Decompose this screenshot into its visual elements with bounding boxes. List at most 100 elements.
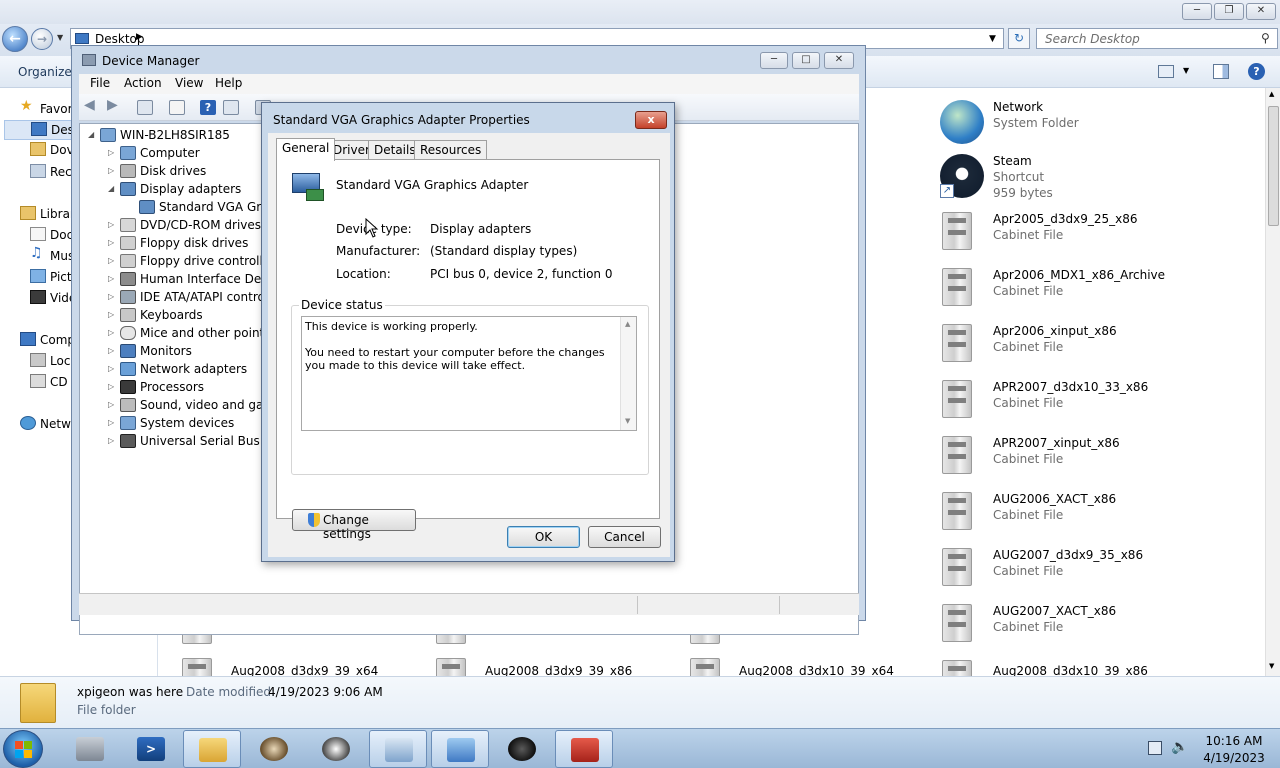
menu-help[interactable]: Help bbox=[215, 76, 242, 90]
taskbar-raccoon-app[interactable] bbox=[245, 730, 303, 768]
console-icon[interactable] bbox=[223, 100, 239, 115]
expand-icon[interactable]: ▷ bbox=[108, 148, 114, 157]
restore-button[interactable]: ❐ bbox=[1214, 3, 1244, 20]
app-icon bbox=[322, 737, 350, 761]
expand-icon[interactable]: ▷ bbox=[108, 220, 114, 229]
file-item[interactable]: Apr2005_d3dx9_25_x86 Cabinet File bbox=[940, 208, 1260, 262]
tab-resources[interactable]: Resources bbox=[414, 140, 488, 160]
close-button[interactable]: ✕ bbox=[824, 52, 854, 69]
view-options-icon[interactable] bbox=[1158, 65, 1174, 78]
collapse-icon[interactable]: ◢ bbox=[108, 184, 114, 193]
collapse-icon[interactable]: ◢ bbox=[88, 130, 94, 139]
file-item[interactable]: AUG2006_XACT_x86 Cabinet File bbox=[940, 488, 1260, 542]
close-button[interactable]: ✕ bbox=[1246, 3, 1276, 20]
clock-date[interactable]: 4/19/2023 bbox=[1194, 751, 1274, 765]
taskbar-server-manager[interactable] bbox=[61, 730, 119, 768]
taskbar-device-manager-host[interactable] bbox=[369, 730, 427, 768]
scroll-thumb[interactable] bbox=[1268, 106, 1279, 226]
expand-icon[interactable]: ▷ bbox=[108, 382, 114, 391]
ok-button[interactable]: OK bbox=[507, 526, 580, 548]
cabinet-icon bbox=[688, 658, 722, 676]
network-tray-icon[interactable] bbox=[1148, 741, 1162, 755]
expand-icon[interactable]: ▷ bbox=[108, 274, 114, 283]
device-status-textbox[interactable]: This device is working properly. You nee… bbox=[301, 316, 637, 431]
taskbar-control-panel[interactable] bbox=[431, 730, 489, 768]
show-hide-tree-icon[interactable] bbox=[137, 100, 153, 115]
maximize-button[interactable]: □ bbox=[792, 52, 820, 69]
expand-icon[interactable]: ▷ bbox=[108, 364, 114, 373]
tree-label: Display adapters bbox=[140, 182, 242, 196]
taskbar-toolbox[interactable] bbox=[555, 730, 613, 768]
taskbar-app-circle[interactable] bbox=[307, 730, 365, 768]
expand-icon[interactable]: ▷ bbox=[108, 310, 114, 319]
cabinet-icon bbox=[940, 436, 974, 478]
file-type: Cabinet File bbox=[993, 508, 1064, 522]
search-input[interactable]: Search Desktop ⚲ bbox=[1036, 28, 1278, 49]
scroll-down-icon[interactable]: ▼ bbox=[1269, 662, 1274, 670]
expand-icon[interactable]: ▷ bbox=[108, 436, 114, 445]
computer-icon bbox=[20, 332, 36, 346]
taskbar-explorer[interactable] bbox=[183, 730, 241, 768]
tab-general[interactable]: General bbox=[276, 138, 336, 161]
minimize-button[interactable]: ─ bbox=[1182, 3, 1212, 20]
expand-icon[interactable]: ▷ bbox=[108, 238, 114, 247]
file-item[interactable]: Apr2006_MDX1_x86_Archive Cabinet File bbox=[940, 264, 1260, 318]
forward-icon[interactable]: ▶ bbox=[107, 97, 123, 113]
file-type: System Folder bbox=[993, 116, 1079, 130]
file-item[interactable]: Network System Folder bbox=[940, 96, 1260, 150]
organize-button[interactable]: Organize bbox=[18, 65, 72, 79]
breadcrumb-chevron-icon[interactable]: ▶ bbox=[136, 32, 143, 42]
volume-icon[interactable]: 🔈 bbox=[1171, 739, 1188, 755]
cd-drive-icon bbox=[30, 374, 46, 388]
scroll-up-icon[interactable]: ▲ bbox=[1269, 90, 1274, 98]
help-icon[interactable]: ? bbox=[1248, 63, 1265, 80]
recent-pages-icon[interactable]: ▼ bbox=[57, 33, 63, 42]
pictures-icon bbox=[30, 269, 46, 283]
expand-icon[interactable]: ▷ bbox=[108, 346, 114, 355]
scroll-down-icon[interactable]: ▼ bbox=[625, 417, 630, 425]
address-dropdown-icon[interactable]: ▼ bbox=[989, 34, 996, 44]
file-item[interactable]: AUG2007_d3dx9_35_x86 Cabinet File bbox=[940, 544, 1260, 598]
expand-icon[interactable]: ▷ bbox=[108, 418, 114, 427]
cancel-button[interactable]: Cancel bbox=[588, 526, 661, 548]
preview-pane-icon[interactable] bbox=[1213, 64, 1229, 79]
expand-icon[interactable]: ▷ bbox=[108, 328, 114, 337]
nav-label: Netw bbox=[40, 417, 71, 431]
properties-icon[interactable] bbox=[169, 100, 185, 115]
refresh-icon[interactable]: ↻ bbox=[1008, 28, 1030, 49]
forward-icon[interactable]: → bbox=[31, 28, 53, 50]
file-item[interactable]: Apr2006_xinput_x86 Cabinet File bbox=[940, 320, 1260, 374]
file-item[interactable]: APR2007_xinput_x86 Cabinet File bbox=[940, 432, 1260, 486]
expand-icon[interactable]: ▷ bbox=[108, 292, 114, 301]
start-button[interactable] bbox=[3, 730, 43, 768]
powershell-icon: > bbox=[137, 737, 165, 761]
expand-icon[interactable]: ▷ bbox=[108, 256, 114, 265]
taskbar-obs[interactable] bbox=[493, 730, 551, 768]
change-settings-button[interactable]: Change settings bbox=[292, 509, 416, 541]
close-button[interactable]: x bbox=[635, 111, 667, 129]
expand-icon[interactable]: ▷ bbox=[108, 166, 114, 175]
menu-view[interactable]: View bbox=[175, 76, 203, 90]
file-item[interactable]: APR2007_d3dx10_33_x86 Cabinet File bbox=[940, 376, 1260, 430]
scroll-up-icon[interactable]: ▲ bbox=[625, 320, 630, 328]
file-name: APR2007_d3dx10_33_x86 bbox=[993, 380, 1149, 394]
taskbar-powershell[interactable]: > bbox=[122, 730, 180, 768]
expand-icon[interactable]: ▷ bbox=[108, 400, 114, 409]
back-icon[interactable]: ← bbox=[2, 26, 28, 52]
vertical-scrollbar[interactable]: ▲ ▼ bbox=[1265, 88, 1280, 676]
view-dropdown-icon[interactable]: ▼ bbox=[1183, 66, 1189, 75]
tree-label: Keyboards bbox=[140, 308, 203, 322]
help-icon[interactable]: ? bbox=[200, 100, 216, 115]
file-item[interactable]: ↗ Steam Shortcut 959 bytes bbox=[940, 150, 1260, 204]
device-name: Standard VGA Graphics Adapter bbox=[336, 178, 529, 192]
device-manager-icon bbox=[82, 54, 96, 66]
clock-time[interactable]: 10:16 AM bbox=[1194, 734, 1274, 748]
file-item[interactable]: AUG2007_XACT_x86 Cabinet File bbox=[940, 600, 1260, 654]
minimize-button[interactable]: ─ bbox=[760, 52, 788, 69]
file-item[interactable]: Aug2008_d3dx10_39_x86 bbox=[940, 656, 1260, 676]
menu-action[interactable]: Action bbox=[124, 76, 162, 90]
status-scrollbar[interactable]: ▲ ▼ bbox=[620, 317, 636, 430]
menu-file[interactable]: File bbox=[90, 76, 110, 90]
back-icon[interactable]: ◀ bbox=[84, 97, 100, 113]
cabinet-icon bbox=[940, 492, 974, 534]
